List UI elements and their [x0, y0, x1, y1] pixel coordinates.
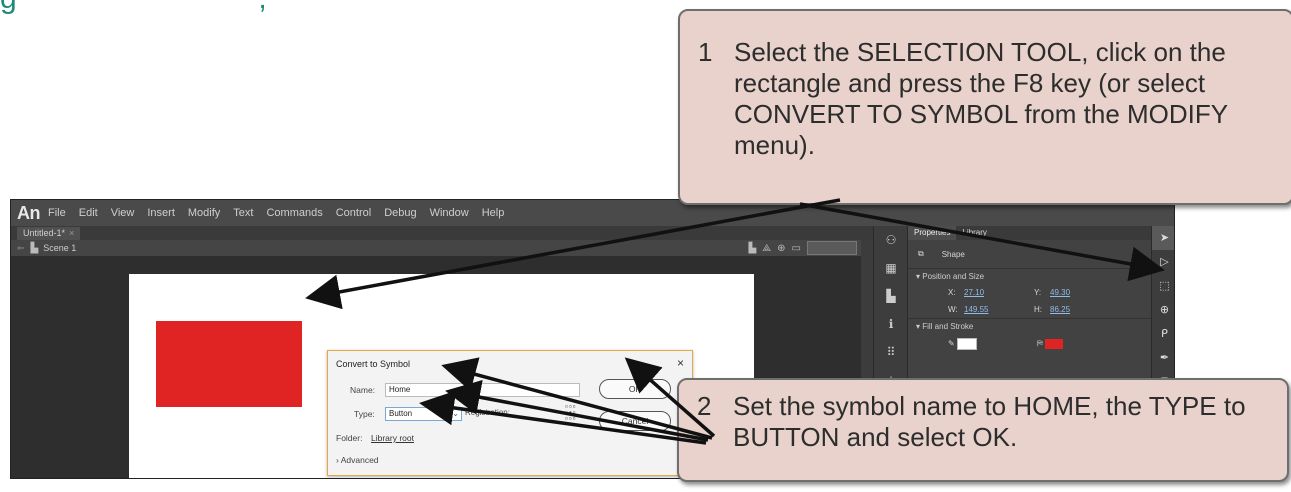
h-label: H:: [1034, 305, 1042, 314]
close-icon[interactable]: ×: [677, 356, 684, 370]
fill-stroke-row: ✎ ⛿: [908, 334, 1152, 354]
menu-file[interactable]: File: [48, 207, 66, 219]
menu-insert[interactable]: Insert: [147, 207, 175, 219]
h-value[interactable]: 86.25: [1050, 305, 1120, 314]
menu-help[interactable]: Help: [482, 207, 505, 219]
menu-text[interactable]: Text: [233, 207, 253, 219]
symbol-type-value: Button: [389, 409, 413, 418]
registration-label: Registration:: [465, 408, 510, 417]
edit-symbol-icon[interactable]: ⟁: [762, 243, 771, 254]
subselection-tool-icon[interactable]: ▷: [1152, 250, 1174, 274]
document-tab[interactable]: Untitled-1* ×: [17, 227, 81, 240]
object-type-label: Shape: [941, 249, 965, 259]
fill-stroke-section[interactable]: ▾ Fill and Stroke: [908, 318, 1152, 334]
app-logo: An: [17, 202, 41, 223]
step-number: 1: [698, 37, 713, 67]
library-icon[interactable]: ▦: [874, 254, 908, 282]
tab-library[interactable]: Library: [956, 226, 992, 240]
menu-modify[interactable]: Modify: [188, 207, 220, 219]
dialog-title: Convert to Symbol: [336, 359, 411, 369]
position-size-section[interactable]: ▾ Position and Size: [908, 268, 1152, 284]
menu-edit[interactable]: Edit: [79, 207, 98, 219]
type-label: Type:: [354, 409, 375, 419]
menu-control[interactable]: Control: [336, 207, 371, 219]
wh-row: W: 149.55 H: 86.25: [908, 301, 1152, 318]
chevron-down-icon: ⌄: [452, 409, 459, 418]
fill-color-swatch[interactable]: ⛿: [1037, 338, 1063, 349]
cancel-button[interactable]: Cancel: [599, 411, 671, 431]
xy-row: X: 27.10 Y: 49.30: [908, 284, 1152, 301]
free-transform-icon[interactable]: ⬚: [1152, 274, 1174, 298]
selection-tool-icon[interactable]: ➤: [1152, 226, 1174, 250]
red-rectangle-shape[interactable]: [156, 321, 302, 407]
convert-to-symbol-dialog: Convert to Symbol × Name: Home Type: But…: [327, 350, 693, 476]
symbol-type-select[interactable]: Button ⌄: [385, 407, 462, 421]
close-icon[interactable]: ×: [69, 228, 74, 238]
scene-tools: ▙ ⟁ ⊕ ▭: [749, 241, 857, 255]
step-text: Select the SELECTION TOOL, click on the …: [734, 37, 1228, 160]
advanced-toggle[interactable]: › Advanced: [336, 455, 379, 465]
motion-presets-icon[interactable]: ⚇: [874, 226, 908, 254]
info-icon[interactable]: ℹ: [874, 310, 908, 338]
panel-tabs: Properties Library: [908, 226, 1152, 240]
edit-scene-icon[interactable]: ▙: [749, 243, 757, 254]
registration-grid-icon[interactable]: ▫▫▫ ▫▪▫ ▫▫▫: [565, 403, 577, 423]
callout-step-1: 1 Select the SELECTION TOOL, click on th…: [678, 9, 1291, 205]
w-label: W:: [948, 305, 958, 314]
y-label: Y:: [1034, 288, 1042, 297]
lasso-icon[interactable]: ᑭ: [1152, 322, 1174, 346]
scene-icon: ▙: [30, 242, 39, 254]
shape-icon: ⧉: [918, 249, 924, 258]
w-value[interactable]: 149.55: [964, 305, 1034, 314]
zoom-select[interactable]: [807, 241, 857, 255]
clip-icon[interactable]: ▭: [792, 243, 801, 254]
document-tab-label: Untitled-1*: [23, 228, 66, 238]
y-value[interactable]: 49.30: [1050, 288, 1120, 297]
folder-link[interactable]: Library root: [371, 433, 414, 443]
object-type-row: ⧉ Shape: [908, 240, 1152, 268]
x-label: X:: [948, 288, 956, 297]
page-heading-fragment: g ,: [0, 0, 267, 22]
folder-label: Folder:: [336, 433, 363, 443]
step-text: Set the symbol name to HOME, the TYPE to…: [733, 391, 1246, 452]
x-value[interactable]: 27.10: [964, 288, 1034, 297]
transform-icon[interactable]: ⠿: [874, 338, 908, 366]
lasso-icon[interactable]: ⊕: [1152, 298, 1174, 322]
stage[interactable]: Convert to Symbol × Name: Home Type: But…: [129, 274, 754, 478]
scene-bar: ⇐ ▙ Scene 1 ▙ ⟁ ⊕ ▭: [11, 240, 861, 256]
stroke-color-swatch[interactable]: ✎: [948, 338, 977, 350]
scene-label: Scene 1: [43, 243, 77, 253]
name-label: Name:: [350, 385, 376, 395]
step-number: 2: [697, 391, 712, 421]
tab-properties[interactable]: Properties: [908, 226, 957, 240]
callout-step-2: 2 Set the symbol name to HOME, the TYPE …: [677, 378, 1289, 482]
menu-window[interactable]: Window: [430, 207, 469, 219]
back-arrow-icon[interactable]: ⇐: [17, 243, 25, 254]
align-icon[interactable]: ▙: [874, 282, 908, 310]
ok-button[interactable]: OK: [599, 379, 671, 399]
menu-debug[interactable]: Debug: [384, 207, 416, 219]
center-stage-icon[interactable]: ⊕: [777, 243, 785, 254]
menu-commands[interactable]: Commands: [266, 207, 322, 219]
symbol-name-input[interactable]: Home: [385, 383, 580, 397]
menu-view[interactable]: View: [111, 207, 135, 219]
pen-icon[interactable]: ✒: [1152, 346, 1174, 370]
